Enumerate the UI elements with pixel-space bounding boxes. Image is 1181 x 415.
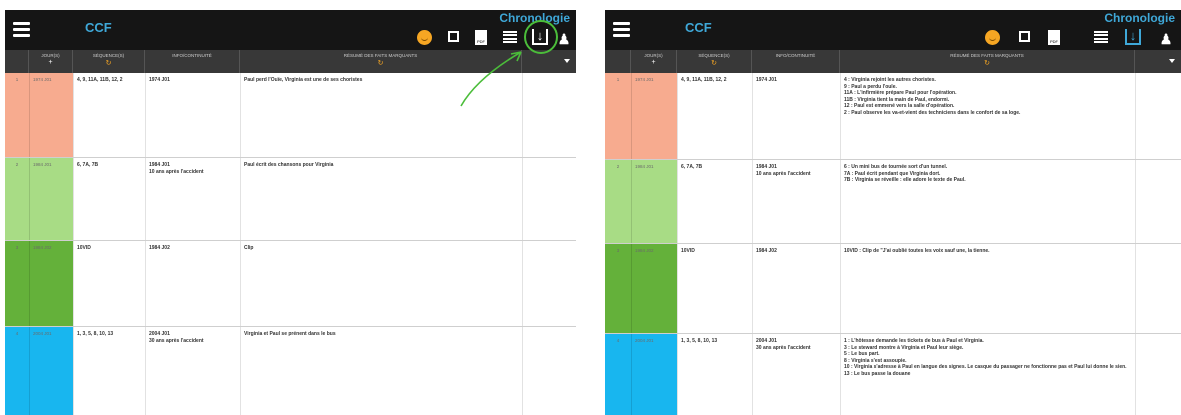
header-num <box>5 50 29 73</box>
row-resume: Clip <box>240 241 522 326</box>
row-sequences: 1, 3, 5, 8, 10, 13 <box>677 334 752 415</box>
row-sequences: 4, 9, 11A, 11B, 12, 2 <box>677 73 752 159</box>
table-view-icon[interactable] <box>1094 31 1108 43</box>
pdf-export-icon[interactable]: PDF <box>475 30 487 45</box>
header-num <box>605 50 631 73</box>
row-info: 1984 J02 <box>752 244 840 333</box>
row-info: 1974 J01 <box>145 73 240 157</box>
row-extra <box>1135 244 1181 333</box>
header-info[interactable]: INFO/CONTINUITÉ <box>145 50 240 73</box>
pdf-export-icon[interactable]: PDF <box>1048 30 1060 45</box>
top-toolbar: CCF Chronologie PDF ↓ ♟ <box>605 10 1181 50</box>
edit-icon[interactable] <box>1019 31 1030 42</box>
download-icon[interactable]: ↓ <box>1125 29 1141 45</box>
table-row[interactable]: 1 1974 J01 4, 9, 11A, 11B, 12, 2 1974 J0… <box>605 73 1181 160</box>
table-view-icon[interactable] <box>503 31 517 43</box>
table-row[interactable]: 4 2004 J01 1, 3, 5, 8, 10, 13 2004 J01 3… <box>5 327 576 415</box>
column-header-row: JOUR(S) + SÉQUENCE(S) ↻ INFO/CONTINUITÉ RÉ… <box>605 50 1181 73</box>
row-day: 2004 J01 <box>631 334 677 415</box>
edit-icon[interactable] <box>448 31 459 42</box>
header-resume[interactable]: RÉSUMÉ DES FAITS MARQUANTS ↻ <box>840 50 1135 73</box>
table-row[interactable]: 3 1984 J02 10VID 1984 J02 10VID : Clip d… <box>605 244 1181 334</box>
row-resume: 10VID : Clip de "J'ai oublié toutes les … <box>840 244 1135 333</box>
hamburger-menu-icon[interactable] <box>13 22 30 37</box>
row-resume: 1 : L'hôtesse demande les tickets de bus… <box>840 334 1135 415</box>
row-extra <box>522 241 576 326</box>
row-resume: Virginia et Paul se prénent dans le bus <box>240 327 522 415</box>
row-sequences: 6, 7A, 7B <box>73 158 145 240</box>
mood-smiley-icon[interactable] <box>985 30 1000 45</box>
header-sequences[interactable]: SÉQUENCE(S) ↻ <box>677 50 752 73</box>
row-day: 1984 J01 <box>29 158 73 240</box>
row-number: 1 <box>605 73 631 159</box>
table-row[interactable]: 4 2004 J01 1, 3, 5, 8, 10, 13 2004 J01 3… <box>605 334 1181 415</box>
header-info[interactable]: INFO/CONTINUITÉ <box>752 50 840 73</box>
row-info: 1984 J01 10 ans après l'accident <box>145 158 240 240</box>
row-extra <box>1135 73 1181 159</box>
panel-after: CCF Chronologie PDF ↓ ♟ JOUR(S) + SÉQUENC… <box>605 10 1181 415</box>
hamburger-menu-icon[interactable] <box>613 22 630 37</box>
row-sequences: 10VID <box>677 244 752 333</box>
row-info: 2004 J01 30 ans après l'accident <box>145 327 240 415</box>
app-title: CCF <box>85 20 112 35</box>
top-toolbar: CCF Chronologie PDF ↓ ♟ <box>5 10 576 50</box>
columns-dropdown-icon[interactable] <box>564 59 570 63</box>
row-info: 1984 J02 <box>145 241 240 326</box>
header-jours[interactable]: JOUR(S) + <box>29 50 73 73</box>
columns-dropdown-icon[interactable] <box>1169 59 1175 63</box>
app-title: CCF <box>685 20 712 35</box>
row-resume: 6 : Un mini bus de tournée sort d'un tun… <box>840 160 1135 243</box>
highlight-arrow-icon <box>460 51 522 107</box>
mood-smiley-icon[interactable] <box>417 30 432 45</box>
view-title: Chronologie <box>1104 11 1175 25</box>
row-number: 4 <box>605 334 631 415</box>
row-extra <box>1135 334 1181 415</box>
row-number: 2 <box>605 160 631 243</box>
row-day: 2004 J01 <box>29 327 73 415</box>
row-resume: Paul écrit des chansons pour Virginia <box>240 158 522 240</box>
panel-before: CCF Chronologie PDF ↓ ♟ JOUR(S) + SÉQUENC… <box>5 10 576 415</box>
row-extra <box>522 73 576 157</box>
table-row[interactable]: 2 1984 J01 6, 7A, 7B 1984 J01 10 ans apr… <box>5 158 576 241</box>
row-day: 1974 J01 <box>29 73 73 157</box>
row-extra <box>1135 160 1181 243</box>
row-day: 1974 J01 <box>631 73 677 159</box>
row-number: 4 <box>5 327 29 415</box>
row-sequences: 6, 7A, 7B <box>677 160 752 243</box>
row-info: 1974 J01 <box>752 73 840 159</box>
table-row[interactable]: 3 1984 J02 10VID 1984 J02 Clip <box>5 241 576 327</box>
row-number: 3 <box>5 241 29 326</box>
row-info: 1984 J01 10 ans après l'accident <box>752 160 840 243</box>
row-sequences: 1, 3, 5, 8, 10, 13 <box>73 327 145 415</box>
row-day: 1984 J02 <box>631 244 677 333</box>
row-resume: 4 : Virginia rejoint les autres choriste… <box>840 73 1135 159</box>
row-number: 3 <box>605 244 631 333</box>
row-extra <box>522 327 576 415</box>
row-sequences: 4, 9, 11A, 11B, 12, 2 <box>73 73 145 157</box>
table-row[interactable]: 2 1984 J01 6, 7A, 7B 1984 J01 10 ans apr… <box>605 160 1181 244</box>
row-info: 2004 J01 30 ans après l'accident <box>752 334 840 415</box>
pdf-label: PDF <box>1050 39 1058 44</box>
row-number: 2 <box>5 158 29 240</box>
header-jours[interactable]: JOUR(S) + <box>631 50 677 73</box>
header-sequences[interactable]: SÉQUENCE(S) ↻ <box>73 50 145 73</box>
row-day: 1984 J02 <box>29 241 73 326</box>
row-sequences: 10VID <box>73 241 145 326</box>
row-number: 1 <box>5 73 29 157</box>
row-day: 1984 J01 <box>631 160 677 243</box>
pdf-label: PDF <box>477 39 485 44</box>
row-extra <box>522 158 576 240</box>
user-settings-icon[interactable]: ♟ <box>1157 30 1175 48</box>
